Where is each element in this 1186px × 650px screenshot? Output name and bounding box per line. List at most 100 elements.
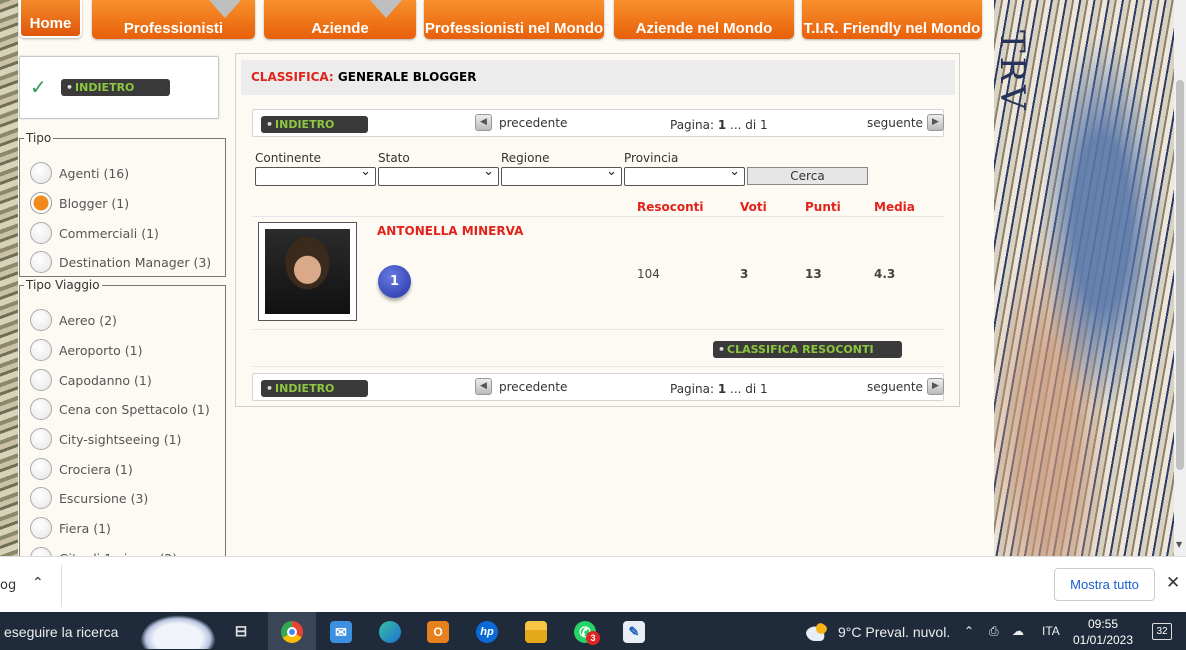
pager-back-button[interactable]: • INDIETRO: [261, 380, 368, 397]
tray-chevron-up-icon[interactable]: ⌃: [964, 624, 974, 638]
search-button[interactable]: Cerca: [747, 167, 868, 185]
hp-icon[interactable]: hp: [476, 621, 498, 643]
radio-icon[interactable]: [30, 517, 52, 539]
radio-icon[interactable]: [30, 369, 52, 391]
divider: [252, 329, 944, 330]
col-media: Media: [874, 200, 915, 214]
sidebar-back-button[interactable]: • INDIETRO: [61, 79, 170, 96]
download-item[interactable]: og: [0, 578, 16, 593]
outlook-icon[interactable]: O: [427, 621, 449, 643]
chevron-right-icon[interactable]: ▶: [926, 378, 944, 395]
viaggio-option-city-sightseeing[interactable]: City-sightseeing (1): [30, 428, 181, 450]
viaggio-option-aereo[interactable]: Aereo (2): [30, 309, 117, 331]
taskbar: eseguire la ricerca ⊟ ✉ O hp ✆ 3 ✎ 9°C Pr…: [0, 612, 1186, 650]
nav-aziende-mondo-label: Aziende nel Mondo: [635, 20, 773, 37]
stato-label: Stato: [378, 151, 410, 165]
value-resoconti: 104: [637, 267, 660, 281]
next-page-link[interactable]: seguente ▶: [867, 114, 944, 131]
divider: [252, 216, 944, 217]
pager-bottom: • INDIETRO ◀ precedente Pagina: 1 ... di 1…: [252, 373, 944, 401]
pager-top: • INDIETRO ◀ precedente Pagina: 1 ... di 1…: [252, 109, 944, 137]
stato-select[interactable]: [378, 164, 499, 186]
nav-home-button[interactable]: Home: [19, 0, 82, 38]
tipo-option-blogger[interactable]: Blogger (1): [30, 192, 129, 214]
prev-page-link[interactable]: ◀ precedente: [475, 114, 567, 131]
chevron-right-icon[interactable]: ▶: [926, 114, 944, 131]
divider: [252, 366, 944, 367]
col-resoconti: Resoconti: [637, 200, 704, 214]
radio-icon[interactable]: [30, 162, 52, 184]
radio-selected-icon[interactable]: [30, 192, 52, 214]
viaggio-option-crociera[interactable]: Crociera (1): [30, 458, 133, 480]
radio-icon[interactable]: [30, 251, 52, 273]
blogger-name-link[interactable]: ANTONELLA MINERVA: [377, 224, 523, 238]
avatar: [265, 229, 350, 314]
folder-icon[interactable]: [525, 621, 547, 643]
blogger-photo[interactable]: [258, 222, 357, 321]
tipo-option-agenti[interactable]: Agenti (16): [30, 162, 129, 184]
notifications-icon[interactable]: 32: [1152, 623, 1172, 640]
pager-back-button[interactable]: • INDIETRO: [261, 116, 368, 133]
classifica-resoconti-button[interactable]: • CLASSIFICA RESOCONTI: [713, 341, 902, 358]
tipo-fieldset: Tipo Agenti (16) Blogger (1) Commerciali…: [19, 131, 226, 277]
language-indicator[interactable]: ITA: [1042, 624, 1060, 638]
nav-aziende-button[interactable]: Aziende: [264, 0, 416, 39]
nav-deco-icon: [209, 0, 241, 18]
chrome-icon[interactable]: [281, 621, 303, 643]
close-icon[interactable]: ✕: [1166, 573, 1180, 593]
radio-icon[interactable]: [30, 339, 52, 361]
tipo-viaggio-legend: Tipo Viaggio: [26, 278, 100, 292]
app-icon[interactable]: ✎: [623, 621, 645, 643]
viaggio-option-cena[interactable]: Cena con Spettacolo (1): [30, 398, 210, 420]
tipo-legend: Tipo: [26, 131, 52, 145]
mail-icon[interactable]: ✉: [330, 621, 352, 643]
page-scrollbar[interactable]: ▼: [1174, 0, 1186, 556]
next-page-link[interactable]: seguente ▶: [867, 378, 944, 395]
download-bar: og ⌃ Mostra tutto ✕: [0, 556, 1186, 612]
weather-icon: [806, 623, 828, 641]
show-all-button[interactable]: Mostra tutto: [1054, 568, 1155, 601]
value-media: 4.3: [874, 267, 896, 281]
provincia-select[interactable]: [624, 164, 745, 186]
radio-icon[interactable]: [30, 458, 52, 480]
viaggio-option-escursione[interactable]: Escursione (3): [30, 487, 148, 509]
network-icon[interactable]: ⎙: [989, 624, 999, 639]
regione-label: Regione: [501, 151, 550, 165]
sidebar-back-label: INDIETRO: [75, 81, 135, 94]
regione-select[interactable]: [501, 164, 622, 186]
background-left: [0, 0, 18, 556]
page-indicator: Pagina: 1 ... di 1: [670, 118, 768, 132]
radio-icon[interactable]: [30, 428, 52, 450]
radio-icon[interactable]: [30, 309, 52, 331]
task-view-icon[interactable]: ⊟: [230, 621, 252, 643]
chevron-left-icon[interactable]: ◀: [475, 114, 492, 131]
edge-icon[interactable]: [379, 621, 401, 643]
nav-professionisti-button[interactable]: Professionisti: [92, 0, 255, 39]
scroll-down-icon[interactable]: ▼: [1176, 540, 1182, 549]
chevron-up-icon[interactable]: ⌃: [32, 575, 44, 591]
nav-professionisti-mondo-label: Professionisti nel Mondo: [424, 20, 604, 37]
value-voti: 3: [740, 267, 749, 281]
taskbar-search[interactable]: eseguire la ricerca: [4, 624, 118, 640]
prev-page-link[interactable]: ◀ precedente: [475, 378, 567, 395]
onedrive-icon[interactable]: ☁: [1012, 624, 1024, 638]
tipo-viaggio-fieldset: Tipo Viaggio Aereo (2) Aeroporto (1) Cap…: [19, 278, 226, 569]
nav-professionisti-mondo-button[interactable]: Professionisti nel Mondo: [424, 0, 604, 39]
viaggio-option-fiera[interactable]: Fiera (1): [30, 517, 111, 539]
tipo-option-destination-manager[interactable]: Destination Manager (3): [30, 251, 211, 273]
nav-aziende-mondo-button[interactable]: Aziende nel Mondo: [614, 0, 794, 39]
weather-widget[interactable]: 9°C Preval. nuvol.: [806, 623, 950, 641]
clock[interactable]: 09:55 01/01/2023: [1072, 616, 1134, 648]
whatsapp-icon[interactable]: ✆ 3: [574, 621, 600, 645]
page-indicator: Pagina: 1 ... di 1: [670, 382, 768, 396]
viaggio-option-aeroporto[interactable]: Aeroporto (1): [30, 339, 142, 361]
chevron-left-icon[interactable]: ◀: [475, 378, 492, 395]
viaggio-option-capodanno[interactable]: Capodanno (1): [30, 369, 152, 391]
continente-select[interactable]: [255, 164, 376, 186]
radio-icon[interactable]: [30, 222, 52, 244]
tipo-option-commerciali[interactable]: Commerciali (1): [30, 222, 159, 244]
radio-icon[interactable]: [30, 487, 52, 509]
scrollbar-thumb[interactable]: [1176, 80, 1184, 470]
nav-tir-friendly-button[interactable]: T.I.R. Friendly nel Mondo: [802, 0, 982, 39]
radio-icon[interactable]: [30, 398, 52, 420]
